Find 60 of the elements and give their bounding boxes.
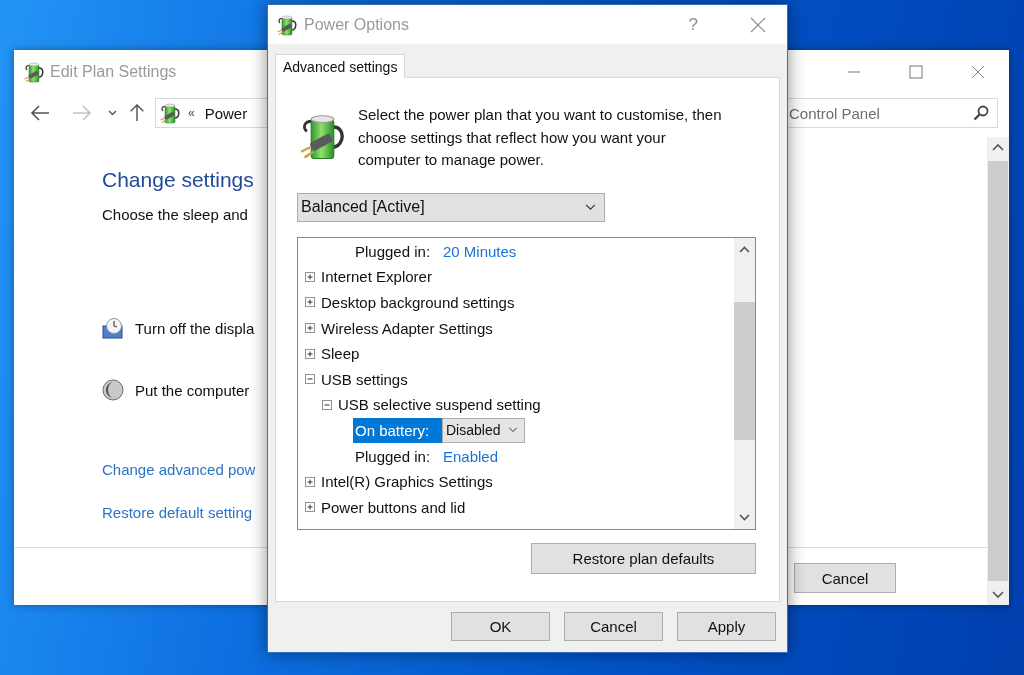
option-label: Turn off the displa xyxy=(135,319,255,337)
collapse-icon[interactable] xyxy=(322,399,332,410)
expand-icon[interactable] xyxy=(305,476,315,487)
back-arrow-icon[interactable] xyxy=(30,104,50,122)
moon-icon xyxy=(102,379,124,401)
expand-icon[interactable] xyxy=(305,271,315,282)
ok-button[interactable]: OK xyxy=(451,612,550,641)
tree-item[interactable]: USB selective suspend setting xyxy=(338,392,541,418)
advanced-settings-link[interactable]: Change advanced pow xyxy=(102,459,256,481)
page-description: Choose the sleep and xyxy=(102,205,248,225)
tab[interactable]: Advanced settings xyxy=(275,54,406,78)
window-title: Power Options xyxy=(304,15,409,34)
expand-icon[interactable] xyxy=(305,297,315,308)
restore-defaults-button[interactable]: Restore plan defaults xyxy=(531,542,756,574)
setting-label[interactable]: Plugged in: xyxy=(353,238,442,265)
expand-icon[interactable] xyxy=(305,323,315,334)
tree-item[interactable]: Internet Explorer xyxy=(321,264,432,290)
scrollbar[interactable] xyxy=(734,237,755,529)
collapse-icon[interactable] xyxy=(305,374,315,385)
tree-item[interactable]: Wireless Adapter Settings xyxy=(321,315,493,341)
setting-value[interactable]: Enabled xyxy=(443,443,499,469)
expand-icon[interactable] xyxy=(305,502,315,513)
restore-defaults-link[interactable]: Restore default setting xyxy=(102,502,253,524)
help-button[interactable]: ? xyxy=(688,14,698,35)
close-icon[interactable] xyxy=(750,16,766,33)
option-label: Put the computer xyxy=(135,381,250,399)
scrollbar-thumb[interactable] xyxy=(734,301,755,440)
setting-label[interactable]: Plugged in: xyxy=(353,443,442,469)
scrollbar-thumb[interactable] xyxy=(988,161,1008,581)
battery-plug-icon xyxy=(24,61,44,83)
scrollbar[interactable] xyxy=(987,137,1009,605)
page-heading: Change settings xyxy=(102,167,254,193)
window-title: Edit Plan Settings xyxy=(50,63,177,81)
expand-icon[interactable] xyxy=(305,348,315,359)
breadcrumb-overflow[interactable]: « xyxy=(188,106,195,120)
chevron-down-icon[interactable] xyxy=(108,110,117,116)
battery-plug-icon xyxy=(160,102,180,124)
monitor-clock-icon xyxy=(102,317,124,339)
breadcrumb-item[interactable]: Power xyxy=(204,104,248,122)
search-field[interactable]: Control Panel xyxy=(786,98,998,128)
chevron-down-icon xyxy=(585,203,596,211)
tree-item[interactable]: Power buttons and lid xyxy=(321,494,466,521)
setting-label[interactable]: On battery: xyxy=(353,417,442,444)
close-icon[interactable] xyxy=(971,65,985,79)
cancel-button[interactable]: Cancel xyxy=(794,563,896,593)
apply-button[interactable]: Apply xyxy=(677,612,776,641)
tree-item[interactable]: Sleep xyxy=(321,340,360,367)
search-icon[interactable] xyxy=(973,105,989,121)
up-arrow-icon[interactable] xyxy=(129,104,145,122)
chevron-down-icon xyxy=(508,427,518,434)
tree-item[interactable]: Desktop background settings xyxy=(321,289,515,316)
settings-tree[interactable] xyxy=(297,236,756,530)
value-dropdown[interactable]: Disabled xyxy=(442,417,525,444)
plan-dropdown[interactable]: Balanced [Active] xyxy=(297,192,605,222)
setting-value[interactable]: 20 Minutes xyxy=(443,238,517,265)
tree-item[interactable]: Intel(R) Graphics Settings xyxy=(321,468,493,495)
instruction-text: Select the power plan that you want to customise, then choose settings that reflect how you want your computer to manage power. xyxy=(358,105,723,170)
tree-item[interactable]: USB settings xyxy=(321,366,408,393)
cancel-button[interactable]: Cancel xyxy=(564,612,663,641)
battery-plug-icon xyxy=(277,13,297,36)
